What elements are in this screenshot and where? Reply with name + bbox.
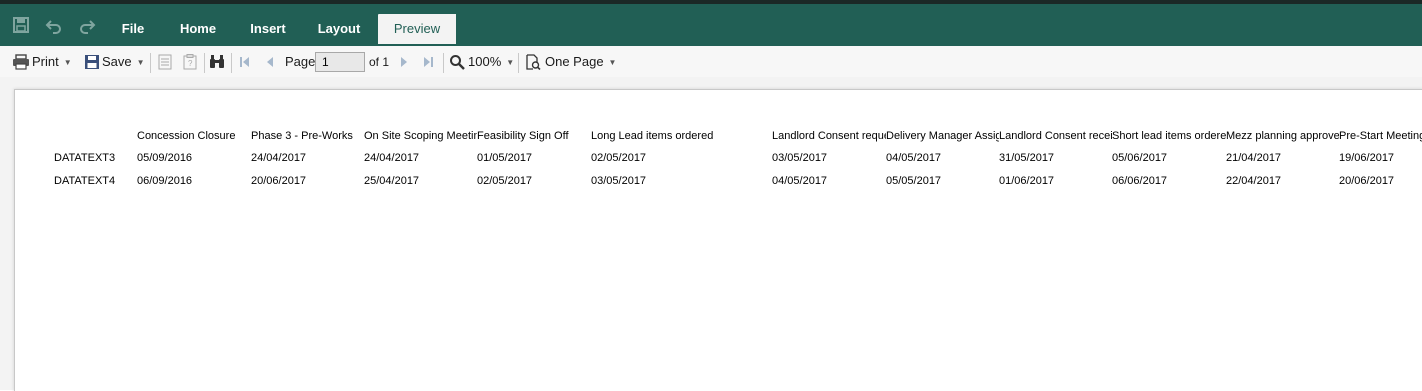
view-mode-dropdown[interactable]: One Page ▼: [545, 46, 616, 78]
report-column-header: Mezz planning approved: [1226, 130, 1339, 142]
report-cell: 05/06/2017: [1112, 152, 1168, 164]
report-column-header: Landlord Consent received: [999, 130, 1112, 142]
report-cell: 05/09/2016: [137, 152, 193, 164]
report-cell: 02/05/2017: [591, 152, 647, 164]
report-cell: 04/05/2017: [886, 152, 942, 164]
report-cell: 24/04/2017: [251, 152, 307, 164]
report-column-header: Short lead items ordered: [1112, 130, 1226, 142]
report-cell: 03/05/2017: [591, 175, 647, 187]
page-number-input[interactable]: [315, 52, 365, 72]
tab-file[interactable]: File: [110, 14, 156, 44]
previous-page-icon[interactable]: [263, 54, 279, 70]
report-cell: 25/04/2017: [364, 175, 420, 187]
zoom-magnifier-icon[interactable]: [449, 54, 465, 70]
report-cell: 06/09/2016: [137, 175, 193, 187]
report-column-header: Feasibility Sign Off: [477, 130, 569, 142]
redo-icon[interactable]: [77, 16, 97, 36]
report-cell: 21/04/2017: [1226, 152, 1282, 164]
save-icon[interactable]: [84, 54, 100, 70]
report-cell: 24/04/2017: [364, 152, 420, 164]
toolbar-divider: [204, 53, 205, 73]
tab-preview[interactable]: Preview: [378, 14, 456, 44]
report-cell: 31/05/2017: [999, 152, 1055, 164]
save-button[interactable]: Save ▼: [102, 46, 145, 78]
report-cell: 20/06/2017: [251, 175, 307, 187]
view-mode-dropdown-icon[interactable]: ▼: [609, 58, 617, 67]
print-dropdown-icon[interactable]: ▼: [64, 58, 72, 67]
toolbar-divider: [518, 53, 519, 73]
print-label: Print: [32, 54, 59, 69]
tab-home[interactable]: Home: [170, 14, 226, 44]
document-map-icon[interactable]: [158, 54, 174, 70]
page-view-icon[interactable]: [525, 54, 541, 71]
find-binoculars-icon[interactable]: [209, 54, 225, 70]
tab-layout[interactable]: Layout: [308, 14, 370, 44]
print-button[interactable]: Print ▼: [32, 46, 72, 78]
report-cell: 06/06/2017: [1112, 175, 1168, 187]
report-cell: 01/06/2017: [999, 175, 1055, 187]
tab-insert[interactable]: Insert: [240, 14, 296, 44]
first-page-icon[interactable]: [237, 54, 253, 70]
report-column-header: On Site Scoping Meeting: [364, 130, 477, 142]
printer-icon[interactable]: [12, 54, 29, 70]
zoom-value: 100%: [468, 54, 502, 69]
last-page-icon[interactable]: [422, 54, 438, 70]
save-label: Save: [102, 54, 132, 69]
report-column-header: Delivery Manager Assigned: [886, 130, 999, 142]
page-count-label: of 1: [369, 55, 390, 69]
report-row-label: DATATEXT4: [54, 175, 116, 187]
report-cell: 20/06/2017: [1339, 175, 1395, 187]
parameters-icon[interactable]: ?: [183, 54, 199, 70]
report-cell: 04/05/2017: [772, 175, 828, 187]
report-cell: 02/05/2017: [477, 175, 533, 187]
ribbon-bar: File Home Insert Layout Preview: [0, 4, 1422, 44]
report-column-header: Concession Closure: [137, 130, 236, 142]
preview-toolbar: Print ▼ Save ▼ ? Page of 1 100% ▼ One Page ▼: [0, 44, 1422, 79]
view-mode-value: One Page: [545, 54, 604, 69]
toolbar-divider: [231, 53, 232, 73]
report-column-header: Pre-Start Meeting: [1339, 130, 1422, 142]
report-cell: 03/05/2017: [772, 152, 828, 164]
zoom-dropdown-icon[interactable]: ▼: [506, 58, 514, 67]
next-page-icon[interactable]: [397, 54, 413, 70]
zoom-dropdown[interactable]: 100% ▼: [468, 46, 514, 78]
save-dropdown-icon[interactable]: ▼: [137, 58, 145, 67]
report-column-header: Phase 3 - Pre-Works: [251, 130, 353, 142]
report-column-header: Long Lead items ordered: [591, 130, 714, 142]
report-page: Concession Closure Phase 3 - Pre-Works On …: [14, 89, 1422, 391]
report-cell: 01/05/2017: [477, 152, 533, 164]
undo-icon[interactable]: [44, 16, 64, 36]
toolbar-divider: [150, 53, 151, 73]
toolbar-divider: [443, 53, 444, 73]
document-viewer[interactable]: Concession Closure Phase 3 - Pre-Works On …: [0, 77, 1422, 391]
report-column-header: Landlord Consent requested: [772, 130, 886, 142]
save-icon[interactable]: [11, 16, 31, 36]
report-cell: 19/06/2017: [1339, 152, 1395, 164]
svg-text:?: ?: [188, 59, 193, 68]
page-label: Page: [285, 54, 316, 69]
report-cell: 22/04/2017: [1226, 175, 1282, 187]
report-row-label: DATATEXT3: [54, 152, 116, 164]
report-cell: 05/05/2017: [886, 175, 942, 187]
